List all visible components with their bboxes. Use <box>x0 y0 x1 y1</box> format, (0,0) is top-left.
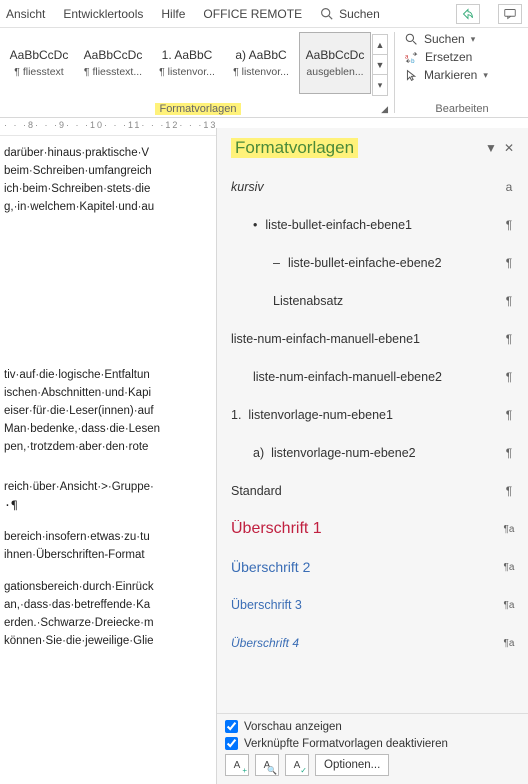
options-button[interactable]: Optionen... <box>315 754 389 776</box>
doc-line: erden.·Schwarze·Dreiecke·m <box>4 614 212 632</box>
para-marker: ¶ <box>500 370 518 384</box>
linked-marker: ¶a <box>500 524 518 535</box>
pane-header: Formatvorlagen ▼ ✕ <box>217 128 528 166</box>
share-button[interactable] <box>456 4 480 24</box>
linked-marker: ¶a <box>500 600 518 611</box>
para-marker: ¶ <box>500 484 518 498</box>
find-button[interactable]: Suchen ▾ <box>405 32 522 46</box>
horizontal-ruler[interactable]: · · ·8· · ·9· · ·10· · ·11· · ·12· · ·13… <box>0 120 216 136</box>
select-button[interactable]: Markieren ▾ <box>405 68 522 82</box>
search-box[interactable]: Suchen <box>320 7 380 21</box>
menu-office-remote[interactable]: OFFICE REMOTE <box>203 7 302 21</box>
style-card-selected[interactable]: AaBbCcDc ausgeblen... <box>299 32 371 94</box>
doc-line: darüber·hinaus·praktische·V <box>4 144 212 162</box>
group-label-styles[interactable]: Formatvorlagen <box>155 103 240 115</box>
replace-button[interactable]: ab Ersetzen <box>405 50 522 64</box>
linked-marker: ¶a <box>500 562 518 573</box>
doc-line: gationsbereich·durch·Einrück <box>4 578 212 596</box>
doc-line: ich·beim·Schreiben·stets·die <box>4 180 212 198</box>
replace-icon: ab <box>405 51 419 64</box>
close-icon[interactable]: ✕ <box>500 141 518 155</box>
checkbox-input[interactable] <box>225 720 238 733</box>
style-card[interactable]: a) AaBbC ¶ listenvor... <box>225 32 297 94</box>
char-marker: a <box>500 180 518 194</box>
doc-line: ·¶ <box>4 496 212 514</box>
doc-line: können·Sie·die·jeweilige·Glie <box>4 632 212 650</box>
gallery-more[interactable]: ▾ <box>373 75 387 95</box>
style-row[interactable]: liste-num-einfach-manuell-ebene1 ¶ <box>225 320 524 358</box>
style-row[interactable]: 1. listenvorlage-num-ebene1 ¶ <box>225 396 524 434</box>
pane-title: Formatvorlagen <box>231 138 358 158</box>
new-style-button[interactable]: A+ <box>225 754 249 776</box>
para-marker: ¶ <box>500 256 518 270</box>
para-marker: ¶ <box>500 332 518 346</box>
para-marker: ¶ <box>500 446 518 460</box>
doc-line: Man·bedenke,·dass·die·Lesen <box>4 420 212 438</box>
doc-line: pen,·trotzdem·aber·den·rote <box>4 438 212 456</box>
pane-menu-icon[interactable]: ▼ <box>482 141 500 155</box>
style-list: kursiv a liste-bullet-einfach-ebene1 ¶ l… <box>217 166 528 713</box>
preview-checkbox[interactable]: Vorschau anzeigen <box>225 720 520 733</box>
search-icon <box>320 7 333 20</box>
doc-line: eiser·für·die·Leser(innen)·auf <box>4 402 212 420</box>
style-card[interactable]: AaBbCcDc ¶ fliesstext <box>3 32 75 94</box>
doc-line: beim·Schreiben·umfangreich <box>4 162 212 180</box>
doc-line: ischen·Abschnitten·und·Kapi <box>4 384 212 402</box>
gallery-down[interactable]: ▼ <box>373 55 387 75</box>
document-area[interactable]: darüber·hinaus·praktische·V beim·Schreib… <box>0 138 216 784</box>
doc-line: bereich·insofern·etwas·zu·tu <box>4 528 212 546</box>
menu-ansicht[interactable]: Ansicht <box>6 7 45 21</box>
style-row[interactable]: Listenabsatz ¶ <box>225 282 524 320</box>
para-marker: ¶ <box>500 218 518 232</box>
cursor-icon <box>405 69 418 82</box>
search-placeholder: Suchen <box>339 7 380 21</box>
doc-line: tiv·auf·die·logische·Entfaltun <box>4 366 212 384</box>
group-label-edit: Bearbeiten <box>396 103 528 115</box>
menubar: Ansicht Entwicklertools Hilfe OFFICE REM… <box>0 0 528 28</box>
disable-linked-checkbox[interactable]: Verknüpfte Formatvorlagen deaktivieren <box>225 737 520 750</box>
doc-line: ihnen·Überschriften-Format <box>4 546 212 564</box>
menu-entwicklertools[interactable]: Entwicklertools <box>63 7 143 21</box>
gallery-up[interactable]: ▲ <box>373 35 387 55</box>
share-icon <box>462 8 474 20</box>
para-marker: ¶ <box>500 294 518 308</box>
style-card[interactable]: 1. AaBbC ¶ listenvor... <box>151 32 223 94</box>
style-row[interactable]: Standard ¶ <box>225 472 524 510</box>
gallery-scroll: ▲ ▼ ▾ <box>372 34 388 96</box>
comments-button[interactable] <box>498 4 522 24</box>
style-row[interactable]: liste-num-einfach-manuell-ebene2 ¶ <box>225 358 524 396</box>
style-inspector-button[interactable]: A🔍 <box>255 754 279 776</box>
doc-line: an,·dass·das·betreffende·Ka <box>4 596 212 614</box>
chevron-down-icon: ▾ <box>471 34 476 45</box>
ribbon-group-labels: Formatvorlagen ◢ Bearbeiten <box>0 100 528 118</box>
search-icon <box>405 33 418 46</box>
comment-icon <box>504 8 516 20</box>
style-row[interactable]: a) listenvorlage-num-ebene2 ¶ <box>225 434 524 472</box>
chevron-down-icon: ▾ <box>483 70 488 81</box>
style-row[interactable]: Überschrift 2 ¶a <box>225 548 524 586</box>
style-row[interactable]: Überschrift 1 ¶a <box>225 510 524 548</box>
doc-line: reich·über·Ansicht·>·Gruppe· <box>4 478 212 496</box>
para-marker: ¶ <box>500 408 518 422</box>
style-card[interactable]: AaBbCcDc ¶ fliesstext... <box>77 32 149 94</box>
style-row[interactable]: liste-bullet-einfache-ebene2 ¶ <box>225 244 524 282</box>
doc-line: g,·in·welchem·Kapitel·und·au <box>4 198 212 216</box>
style-row[interactable]: liste-bullet-einfach-ebene1 ¶ <box>225 206 524 244</box>
checkbox-input[interactable] <box>225 737 238 750</box>
style-row[interactable]: Überschrift 3 ¶a <box>225 586 524 624</box>
styles-pane: Formatvorlagen ▼ ✕ kursiv a liste-bullet… <box>216 128 528 784</box>
style-row[interactable]: kursiv a <box>225 168 524 206</box>
footer-buttons: A+ A🔍 A✓ Optionen... <box>225 754 520 776</box>
style-row[interactable]: Überschrift 4 ¶a <box>225 624 524 662</box>
dialog-launcher-icon[interactable]: ◢ <box>381 104 388 115</box>
linked-marker: ¶a <box>500 638 518 649</box>
manage-styles-button[interactable]: A✓ <box>285 754 309 776</box>
pane-footer: Vorschau anzeigen Verknüpfte Formatvorla… <box>217 713 528 784</box>
svg-text:b: b <box>411 57 415 63</box>
menu-hilfe[interactable]: Hilfe <box>161 7 185 21</box>
